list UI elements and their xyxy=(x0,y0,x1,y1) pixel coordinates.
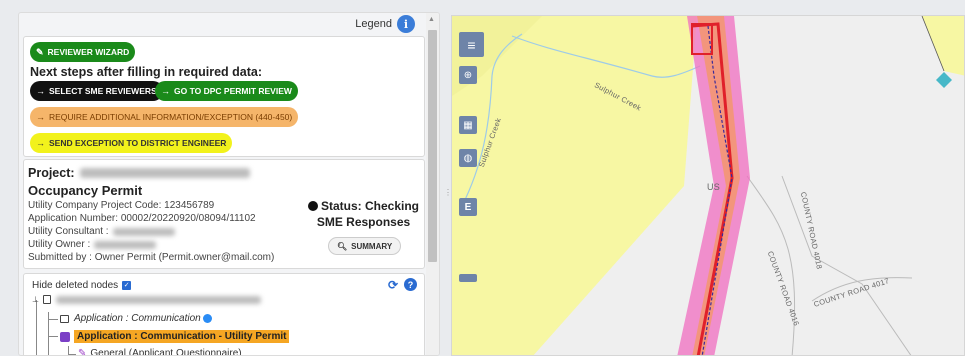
select-sme-label: SELECT SME REVIEWERS xyxy=(49,86,157,96)
require-additional-info-button[interactable]: → REQUIRE ADDITIONAL INFORMATION/EXCEPTI… xyxy=(30,107,299,127)
refresh-icon[interactable]: ⟳ xyxy=(388,278,398,292)
dpc-permit-review-button[interactable]: → GO TO DPC PERMIT REVIEW xyxy=(155,81,298,101)
project-info-card: Project: Occupancy Permit Utility Compan… xyxy=(23,159,425,269)
utility-owner: Utility Owner : xyxy=(28,239,157,250)
tree-node-label: Application : Communication xyxy=(74,313,201,324)
status-dot-icon xyxy=(307,201,318,211)
search-icon: 🔍︎ xyxy=(337,241,348,251)
scroll-up-arrow-icon[interactable]: ▲ xyxy=(428,16,435,23)
tree-connector xyxy=(36,300,37,355)
project-title: Project: xyxy=(28,166,250,180)
tree-node-general[interactable]: ✎ General (Applicant Questionnaire) xyxy=(78,348,242,356)
exception-label: SEND EXCEPTION TO DISTRICT ENGINEER xyxy=(49,138,227,148)
map-view[interactable]: ≡ ⊕ ▦ ◍ E Sulphur Creek Sulphur Creek US… xyxy=(451,15,965,356)
permit-side-panel: Legend i ▲ ✎ REVIEWER WIZARD Next steps … xyxy=(18,12,440,356)
zoom-icon[interactable]: ⊕ xyxy=(459,66,477,84)
hide-deleted-toggle[interactable]: Hide deleted nodes ✓ xyxy=(32,280,132,291)
summary-button[interactable]: 🔍︎ SUMMARY xyxy=(328,237,402,255)
owner-label: Utility Owner : xyxy=(28,239,91,250)
legend-label[interactable]: Legend xyxy=(355,18,392,30)
help-icon[interactable]: ? xyxy=(404,278,417,291)
folder-icon xyxy=(60,314,69,323)
status-badge: Status: Checking SME Responses xyxy=(306,198,421,230)
tree-node-label-selected: Application : Communication - Utility Pe… xyxy=(74,330,290,343)
application-number: Application Number: 00002/20220920/08094… xyxy=(28,213,256,224)
road-label: US xyxy=(707,182,721,192)
arrow-right-icon: → xyxy=(36,138,45,148)
zoom-slider-handle[interactable] xyxy=(459,274,477,282)
consultant-label: Utility Consultant : xyxy=(28,226,109,237)
building-icon xyxy=(42,295,51,304)
next-steps-heading: Next steps after filling in required dat… xyxy=(30,65,262,79)
tree-node-application[interactable]: Application : Communication xyxy=(60,313,212,324)
node-tree-card: Hide deleted nodes ✓ ⟳ ? ⊥ Application :… xyxy=(23,273,425,356)
scrollbar[interactable]: ▲ xyxy=(426,13,439,355)
checkbox-checked-icon[interactable]: ✓ xyxy=(122,281,132,290)
magic-wand-icon: ✎ xyxy=(36,46,44,57)
additional-info-label: REQUIRE ADDITIONAL INFORMATION/EXCEPTION… xyxy=(49,112,293,122)
redacted-project-node xyxy=(55,295,261,304)
edit-icon: ✎ xyxy=(78,348,87,356)
redacted-consultant xyxy=(112,227,175,236)
project-prefix: Project: xyxy=(28,166,75,180)
permit-type: Occupancy Permit xyxy=(28,183,143,198)
next-steps-card: ✎ REVIEWER WIZARD Next steps after filli… xyxy=(23,36,425,157)
arrow-right-icon: → xyxy=(36,86,45,96)
tree-root-node[interactable]: ⊥ xyxy=(32,295,261,304)
status-dot-icon xyxy=(202,314,212,323)
send-exception-button[interactable]: → SEND EXCEPTION TO DISTRICT ENGINEER xyxy=(30,133,233,153)
edit-mode-button[interactable]: E xyxy=(459,198,477,216)
utility-code: Utility Company Project Code: 123456789 xyxy=(28,200,215,211)
submitted-by: Submitted by : Owner Permit (Permit.owne… xyxy=(28,252,275,263)
info-icon[interactable]: i xyxy=(397,15,415,33)
legend-bar: Legend i xyxy=(19,13,427,35)
scroll-thumb[interactable] xyxy=(428,30,437,262)
dpc-review-label: GO TO DPC PERMIT REVIEW xyxy=(174,86,292,96)
redacted-owner xyxy=(94,240,157,249)
tree-node-label: General (Applicant Questionnaire) xyxy=(90,348,242,356)
permit-icon xyxy=(60,331,70,342)
tree-connector xyxy=(68,354,76,355)
arrow-right-icon: → xyxy=(161,86,170,96)
collapse-icon: ⊥ xyxy=(32,295,39,304)
status-text: Status: Checking SME Responses xyxy=(316,199,419,229)
map-menu-icon[interactable]: ≡ xyxy=(459,32,484,57)
arrow-right-icon: → xyxy=(36,112,45,122)
select-sme-reviewers-button[interactable]: → SELECT SME REVIEWERS xyxy=(30,81,163,101)
reviewer-wizard-label: REVIEWER WIZARD xyxy=(47,47,130,57)
summary-label: SUMMARY xyxy=(351,241,393,251)
calendar-icon[interactable]: ▦ xyxy=(459,116,477,134)
tree-node-utility-permit[interactable]: Application : Communication - Utility Pe… xyxy=(60,330,290,343)
reviewer-wizard-button[interactable]: ✎ REVIEWER WIZARD xyxy=(30,42,136,62)
globe-icon[interactable]: ◍ xyxy=(459,149,477,167)
redacted-project-name xyxy=(79,168,250,178)
hide-deleted-label: Hide deleted nodes xyxy=(32,280,119,291)
tree-connector xyxy=(48,319,58,320)
utility-consultant: Utility Consultant : xyxy=(28,226,175,237)
tree-connector xyxy=(48,336,58,337)
